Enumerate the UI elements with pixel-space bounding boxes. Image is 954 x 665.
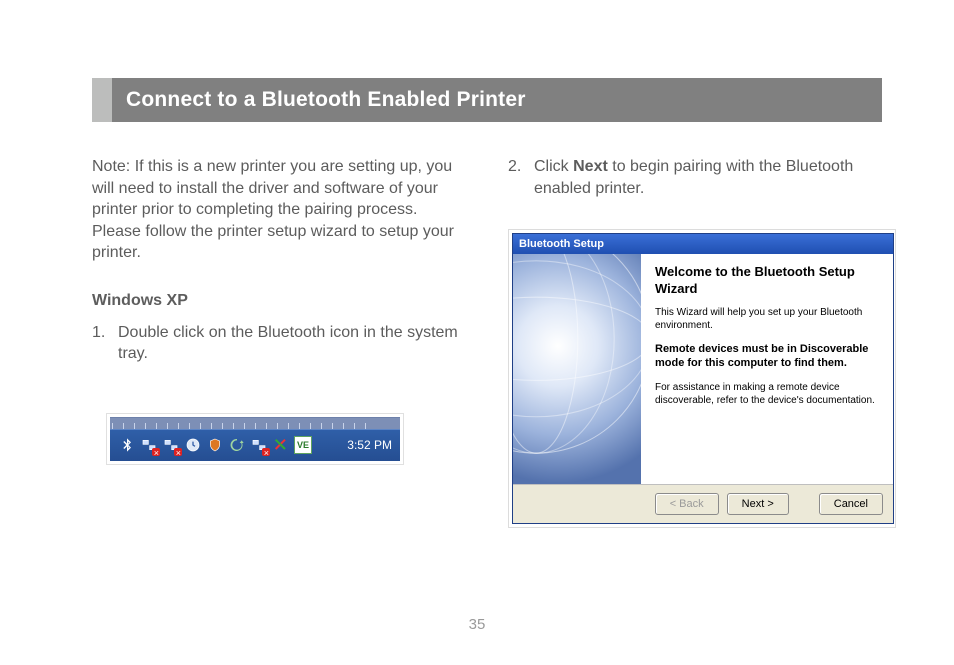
step-number: 1. (92, 322, 118, 365)
left-column: Note: If this is a new printer you are s… (92, 156, 464, 528)
clock-text[interactable]: 3:52 PM (337, 437, 392, 453)
section-title: Connect to a Bluetooth Enabled Printer (126, 86, 526, 114)
shield-icon[interactable] (206, 436, 224, 454)
bold-keyword: Next (573, 158, 608, 175)
page-number: 35 (0, 615, 954, 635)
app-icon[interactable]: VE (294, 436, 312, 454)
os-subheading: Windows XP (92, 290, 464, 312)
refresh-icon[interactable] (228, 436, 246, 454)
next-button[interactable]: Next > (727, 493, 789, 515)
network-icon[interactable] (162, 436, 180, 454)
section-header: Connect to a Bluetooth Enabled Printer (92, 78, 882, 122)
wizard-heading: Welcome to the Bluetooth Setup Wizard (655, 264, 879, 298)
bluetooth-setup-dialog: Bluetooth Setup (512, 233, 894, 524)
dialog-body: Welcome to the Bluetooth Setup Wizard Th… (513, 254, 893, 484)
app-badge: VE (294, 436, 312, 454)
cancel-button[interactable]: Cancel (819, 493, 883, 515)
body-columns: Note: If this is a new printer you are s… (92, 156, 882, 528)
antivirus-icon[interactable] (272, 436, 290, 454)
wizard-intro: This Wizard will help you set up your Bl… (655, 306, 879, 332)
dialog-titlebar[interactable]: Bluetooth Setup (513, 234, 893, 254)
dialog-side-graphic (513, 254, 641, 484)
step-number: 2. (508, 156, 534, 199)
wizard-bold-text: Remote devices must be in Discoverable m… (655, 343, 868, 369)
manual-page: Connect to a Bluetooth Enabled Printer N… (0, 0, 954, 665)
bluetooth-icon[interactable] (118, 436, 136, 454)
wizard-assist: For assistance in making a remote device… (655, 381, 879, 407)
taskbar-ruler (110, 417, 400, 429)
header-accent (92, 78, 112, 122)
note-paragraph: Note: If this is a new printer you are s… (92, 156, 464, 264)
wizard-bold-note: Remote devices must be in Discoverable m… (655, 342, 879, 371)
step-1: 1. Double click on the Bluetooth icon in… (92, 322, 464, 365)
step-text: Click Next to begin pairing with the Blu… (534, 156, 882, 199)
dialog-title-text: Bluetooth Setup (519, 237, 604, 252)
globe-icon (513, 254, 641, 484)
taskbar: VE 3:52 PM (110, 417, 400, 461)
network-icon[interactable] (140, 436, 158, 454)
right-column: 2. Click Next to begin pairing with the … (508, 156, 882, 528)
wizard-screenshot: Bluetooth Setup (508, 229, 896, 528)
back-button: < Back (655, 493, 719, 515)
clock-icon[interactable] (184, 436, 202, 454)
text-fragment: Click (534, 158, 573, 175)
systray-screenshot: VE 3:52 PM (106, 413, 464, 465)
step-2: 2. Click Next to begin pairing with the … (508, 156, 882, 199)
screenshot-frame: VE 3:52 PM (106, 413, 404, 465)
system-tray: VE 3:52 PM (110, 429, 400, 461)
step-text: Double click on the Bluetooth icon in th… (118, 322, 464, 365)
dialog-footer: < Back Next > Cancel (513, 484, 893, 523)
network-icon[interactable] (250, 436, 268, 454)
dialog-content: Welcome to the Bluetooth Setup Wizard Th… (641, 254, 893, 484)
